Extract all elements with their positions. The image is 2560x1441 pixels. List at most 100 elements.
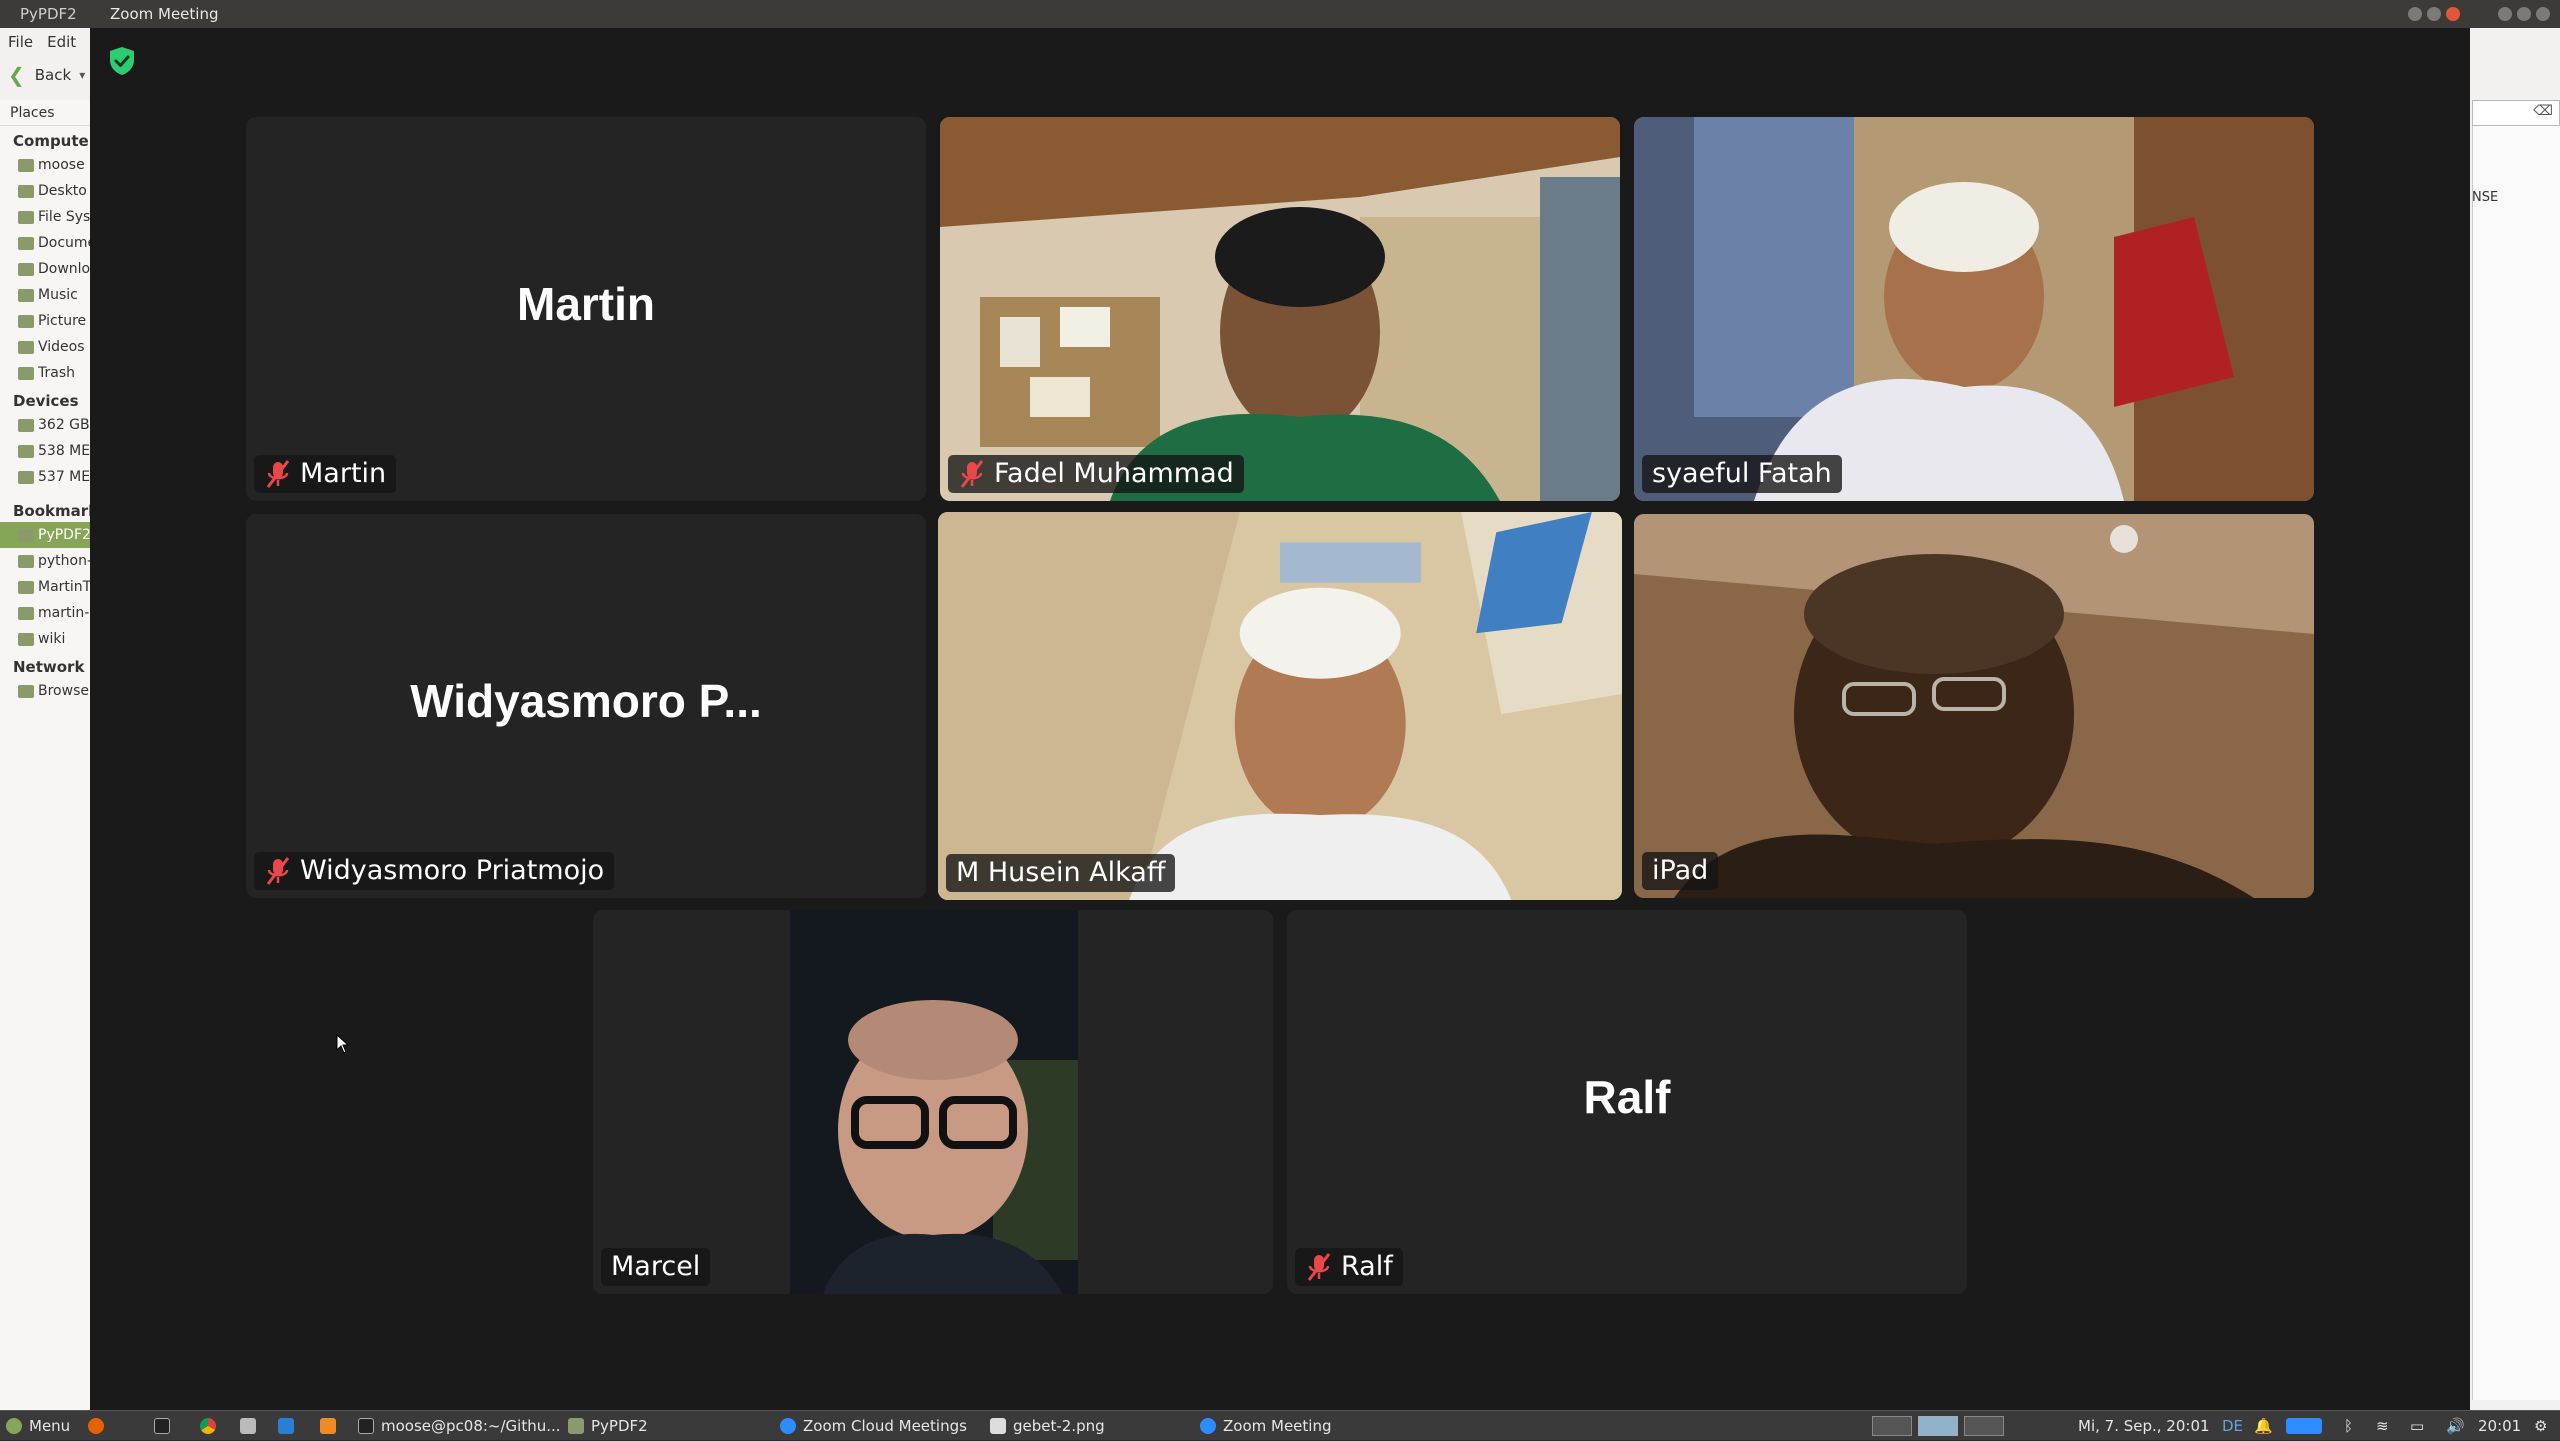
workspace-2[interactable] [1918,1416,1958,1436]
menu-edit[interactable]: Edit [47,28,76,56]
participant-name-large: Widyasmoro P... [410,675,762,727]
files-launcher[interactable] [240,1411,256,1441]
sidebar-item-label: Docume [38,235,91,251]
folder-icon [18,554,34,568]
participant-video-feed [938,512,1622,900]
sidebar-item[interactable]: MartinT [0,574,91,600]
close-icon[interactable] [2536,7,2550,21]
settings-gear-icon[interactable]: ⚙ [2534,1411,2547,1441]
zoom-icon [780,1418,796,1434]
task-terminal[interactable]: moose@pc08:~/Githu... [358,1411,561,1441]
keyboard-layout-indicator[interactable]: DE [2222,1411,2243,1441]
clear-input-icon[interactable]: ⌫ [2533,103,2553,119]
zoom-titlebar[interactable]: Zoom Meeting [90,0,2470,28]
battery-icon[interactable]: ▭ [2410,1411,2424,1441]
sidebar-item[interactable]: python- [0,548,91,574]
wifi-icon[interactable]: ≋ [2376,1411,2389,1441]
microphone-muted-icon [266,857,290,885]
file-manager-sidebar: Places Computer moose Deskto File Sys Docum… [0,100,98,1410]
sidebar-item[interactable]: 538 ME [0,438,91,464]
sidebar-item-label: MartinT [38,579,91,595]
sidebar-item[interactable]: Videos [0,334,91,360]
sidebar-item[interactable]: martin- [0,600,91,626]
sidebar-item[interactable]: 537 ME [0,464,91,490]
security-shield-icon[interactable] [108,46,136,76]
microphone-muted-icon [960,460,984,488]
firefox-launcher[interactable] [88,1411,104,1441]
file-manager-window-controls[interactable] [2498,7,2550,21]
participant-video-feed [940,117,1620,501]
terminal-launcher[interactable] [154,1411,170,1441]
sidebar-item[interactable]: wiki [0,626,91,652]
sidebar-item[interactable]: File Sys [0,204,91,230]
minimize-icon[interactable] [2408,7,2422,21]
sidebar-item-label: File Sys [38,209,91,225]
participant-name-text: M Husein Alkaff [956,857,1166,888]
sidebar-item[interactable]: Browse [0,678,91,704]
file-label[interactable]: NSE [2472,190,2498,205]
participant-tile-martin[interactable]: Martin Martin [246,117,926,501]
task-label: gebet-2.png [1013,1417,1105,1435]
sublime-launcher[interactable] [320,1411,336,1441]
zoom-window-controls[interactable] [2408,7,2460,21]
folder-icon [18,470,34,484]
sidebar-item-label: 538 ME [38,443,91,459]
participant-tile-widyasmoro[interactable]: Widyasmoro P... Widyasmoro Priatmojo [246,514,926,898]
task-gebet-image[interactable]: gebet-2.png [990,1411,1105,1441]
task-pypdf2[interactable]: PyPDF2 [568,1411,648,1441]
sidebar-item[interactable]: Music [0,282,91,308]
back-button[interactable]: Back [35,66,71,84]
task-label: moose@pc08:~/Githu... [381,1417,561,1435]
participant-tile-m-husein-alkaff[interactable]: M Husein Alkaff [938,512,1622,900]
chevron-down-icon[interactable]: ▾ [79,68,85,82]
bluetooth-icon[interactable]: ᛒ [2344,1411,2353,1441]
folder-icon [18,288,34,302]
maximize-icon[interactable] [2517,7,2531,21]
participant-name-text: iPad [1652,855,1709,886]
participant-tile-syaeful-fatah[interactable]: syaeful Fatah [1634,117,2314,501]
task-zoom-cloud-meetings[interactable]: Zoom Cloud Meetings [780,1411,967,1441]
clock[interactable]: 20:01 [2478,1411,2521,1441]
vscode-icon [278,1418,294,1434]
folder-icon [18,262,34,276]
volume-icon[interactable]: 🔊 [2446,1411,2465,1441]
participant-tile-marcel[interactable]: Marcel [593,910,1273,1294]
vscode-launcher[interactable] [278,1411,294,1441]
task-zoom-meeting[interactable]: Zoom Meeting [1200,1411,1332,1441]
sidebar-item[interactable]: Docume [0,230,91,256]
close-icon[interactable] [2446,7,2460,21]
section-devices: Devices [13,392,79,410]
participant-name-text: Martin [300,458,387,489]
sidebar-item[interactable]: Downlo [0,256,91,282]
workspace-3[interactable] [1964,1416,2004,1436]
workspace-1[interactable] [1872,1416,1912,1436]
zoom-tray-icon[interactable] [2286,1411,2322,1441]
participant-tile-fadel-muhammad[interactable]: Fadel Muhammad [940,117,1620,501]
places-label[interactable]: Places [0,100,91,126]
sidebar-item[interactable]: moose [0,152,91,178]
sidebar-item[interactable]: Deskto [0,178,91,204]
sidebar-item[interactable]: PyPDF2 [0,522,91,548]
participant-name-text: Marcel [611,1251,701,1282]
folder-icon [18,528,34,542]
menu-file[interactable]: File [8,28,33,56]
chrome-launcher[interactable] [200,1411,216,1441]
notifications-icon[interactable]: 🔔 [2254,1411,2273,1441]
location-input[interactable]: ⌫ [2472,100,2560,126]
back-arrow-icon[interactable]: ❮ [8,63,25,87]
sidebar-item[interactable]: 362 GB [0,412,91,438]
participant-name-text: Widyasmoro Priatmojo [300,855,605,886]
task-label: Zoom Meeting [1223,1417,1332,1435]
datetime-display[interactable]: Mi, 7. Sep., 20:01 [2078,1411,2210,1441]
sidebar-item[interactable]: Trash [0,360,91,386]
maximize-icon[interactable] [2427,7,2441,21]
sidebar-item[interactable]: Picture [0,308,91,334]
folder-icon [18,580,34,594]
participant-tile-ipad[interactable]: iPad [1634,514,2314,898]
mouse-cursor-icon [336,1034,350,1054]
workspace-switcher[interactable] [1872,1416,2022,1436]
start-menu-button[interactable]: Menu [6,1411,70,1441]
microphone-muted-icon [266,460,290,488]
participant-tile-ralf[interactable]: Ralf Ralf [1287,910,1967,1294]
minimize-icon[interactable] [2498,7,2512,21]
